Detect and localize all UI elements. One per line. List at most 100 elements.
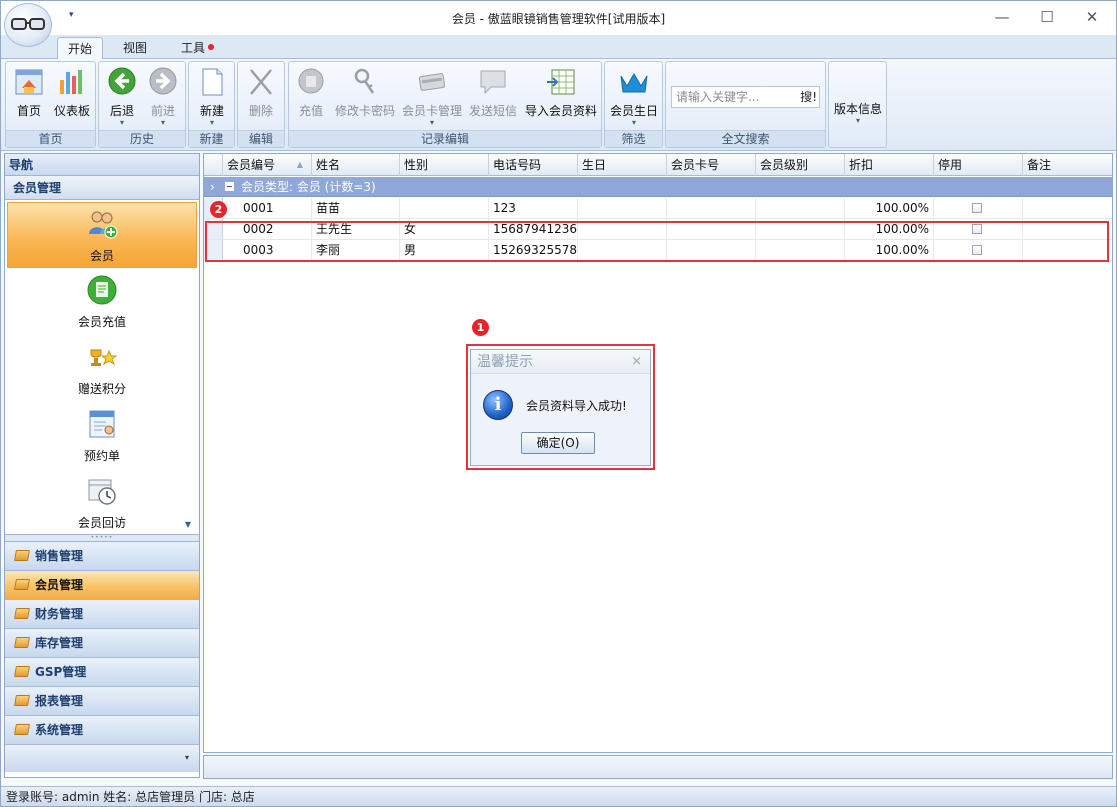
table-row[interactable]: 0001 苗苗 123 100.00% <box>204 198 1112 219</box>
ribbon: 首页 仪表板 首页 后退 ▾ 前进 ▾ 历史 新建 ▾ 新建 删除 编辑 充值 … <box>1 59 1116 151</box>
annotation-highlight-rows <box>205 221 1109 262</box>
nav-group-reports[interactable]: 报表管理 <box>5 687 199 716</box>
nav-group-sales[interactable]: 销售管理 <box>5 542 199 571</box>
col-header-member-id[interactable]: 会员编号 ▲ <box>223 154 312 176</box>
grid-footer-bar <box>203 755 1113 779</box>
col-header-disabled[interactable]: 停用 <box>934 154 1023 176</box>
sort-ascending-icon: ▲ <box>296 160 303 169</box>
send-sms-button[interactable]: 发送短信 <box>467 66 519 128</box>
search-input[interactable] <box>672 87 792 107</box>
member-card-manage-button[interactable]: 会员卡管理 ▾ <box>401 66 463 128</box>
collapse-toggle-icon[interactable] <box>225 182 234 191</box>
col-header-card-number[interactable]: 会员卡号 <box>667 154 756 176</box>
crown-icon <box>618 66 650 98</box>
close-window-button[interactable]: ✕ <box>1072 5 1112 29</box>
status-bar: 登录账号: admin 姓名: 总店管理员 门店: 总店 <box>1 786 1116 806</box>
group-fulltext-search: 搜! 全文搜索 <box>665 61 826 148</box>
col-header-level[interactable]: 会员级别 <box>756 154 845 176</box>
delete-x-icon <box>245 66 277 98</box>
sms-bubble-icon <box>477 66 509 98</box>
appointment-icon <box>86 408 118 440</box>
group-label-filter: 筛选 <box>605 130 662 147</box>
maximize-button[interactable]: ☐ <box>1027 5 1067 29</box>
back-button[interactable]: 后退 ▾ <box>103 66 141 128</box>
home-button[interactable]: 首页 <box>10 66 48 128</box>
member-birthday-button[interactable]: 会员生日 ▾ <box>608 66 660 128</box>
import-members-button[interactable]: 导入会员资料 <box>523 66 599 128</box>
nav-item-members[interactable]: 会员 <box>7 202 197 268</box>
group-row-member-type[interactable]: › 会员类型: 会员 (计数=3) <box>204 177 1112 197</box>
nav-footer: ▾ <box>5 745 199 772</box>
group-new: 新建 ▾ 新建 <box>188 61 235 148</box>
nav-group-finance[interactable]: 财务管理 <box>5 600 199 629</box>
annotation-badge-2: 2 <box>210 201 227 218</box>
group-edit: 删除 编辑 <box>237 61 285 148</box>
col-header-phone[interactable]: 电话号码 <box>489 154 578 176</box>
nav-section-title: 会员管理 <box>5 176 199 200</box>
folder-icon <box>14 608 30 619</box>
dashboard-button[interactable]: 仪表板 <box>50 66 94 128</box>
navigation-pane: 导航 会员管理 会员 会员充值 赠送积分 预约单 会员回访 ▼ ••••• 销售… <box>4 153 200 778</box>
ok-button[interactable]: 确定(O) <box>521 432 595 454</box>
col-header-discount[interactable]: 折扣 <box>845 154 934 176</box>
info-icon: i <box>483 390 513 420</box>
notification-dot-icon <box>208 44 215 50</box>
app-logo-glasses-icon[interactable] <box>4 3 52 47</box>
nav-item-recharge[interactable]: 会员充值 <box>7 269 197 335</box>
tab-view[interactable]: 视图 <box>113 37 157 59</box>
group-about: 版本信息 ▾ <box>828 61 887 148</box>
recharge-icon <box>86 274 118 306</box>
followup-icon <box>86 475 118 507</box>
col-header-gender[interactable]: 性别 <box>400 154 489 176</box>
recharge-button[interactable]: 充值 <box>293 66 329 128</box>
ribbon-tab-bar: 开始 视图 工具 <box>1 35 1116 60</box>
group-label-history: 历史 <box>99 130 185 147</box>
group-history: 后退 ▾ 前进 ▾ 历史 <box>98 61 186 148</box>
dialog-close-icon[interactable]: × <box>631 350 642 374</box>
delete-button[interactable]: 删除 <box>242 66 280 128</box>
home-icon <box>13 66 45 98</box>
col-header-birthday[interactable]: 生日 <box>578 154 667 176</box>
nav-group-members[interactable]: 会员管理 <box>5 571 199 600</box>
nav-group-inventory[interactable]: 库存管理 <box>5 629 199 658</box>
group-label-fulltext: 全文搜索 <box>666 130 825 147</box>
back-arrow-icon <box>106 66 138 98</box>
dialog-title: 温馨提示 <box>477 354 533 370</box>
search-box: 搜! <box>671 86 820 108</box>
folder-icon <box>14 637 30 648</box>
nav-header: 导航 <box>5 154 199 176</box>
header-indicator-cell <box>204 154 223 176</box>
title-bar: ▾ 会员 - 傲蓝眼镜销售管理软件[试用版本] — ☐ ✕ <box>1 1 1116 47</box>
new-document-icon <box>196 66 228 98</box>
group-row-indicator-icon: › <box>210 180 215 194</box>
dashboard-chart-icon <box>56 66 88 98</box>
app-window: ▾ 会员 - 傲蓝眼镜销售管理软件[试用版本] — ☐ ✕ 开始 视图 工具 首… <box>0 0 1117 807</box>
forward-arrow-icon <box>147 66 179 98</box>
nav-footer-dropdown-icon[interactable]: ▾ <box>185 753 189 762</box>
search-button[interactable]: 搜! <box>800 88 817 106</box>
import-spreadsheet-icon <box>545 66 577 98</box>
folder-icon <box>14 724 30 735</box>
gift-points-icon <box>86 341 118 373</box>
nav-item-appointment[interactable]: 预约单 <box>7 403 197 469</box>
col-header-note[interactable]: 备注 <box>1023 154 1112 176</box>
version-info-button[interactable]: 版本信息 ▾ <box>831 96 885 158</box>
annotation-badge-1: 1 <box>472 319 489 336</box>
tab-tools[interactable]: 工具 <box>171 37 224 59</box>
new-button[interactable]: 新建 ▾ <box>193 66 231 128</box>
group-label-new: 新建 <box>189 130 234 147</box>
nav-scroll-down-icon[interactable]: ▼ <box>185 520 191 529</box>
group-home: 首页 仪表板 首页 <box>5 61 96 148</box>
nav-item-gift-points[interactable]: 赠送积分 <box>7 336 197 402</box>
nav-group-system[interactable]: 系统管理 <box>5 716 199 745</box>
nav-group-gsp[interactable]: GSP管理 <box>5 658 199 687</box>
col-header-name[interactable]: 姓名 <box>312 154 400 176</box>
forward-button[interactable]: 前进 ▾ <box>143 66 183 128</box>
nav-item-followup[interactable]: 会员回访 <box>7 470 197 536</box>
tab-start[interactable]: 开始 <box>57 37 104 60</box>
folder-icon <box>14 550 30 561</box>
disabled-checkbox[interactable] <box>972 203 982 213</box>
change-card-password-button[interactable]: 修改卡密码 <box>333 66 397 128</box>
dialog-message: 会员资料导入成功! <box>526 399 627 413</box>
minimize-button[interactable]: — <box>982 5 1022 29</box>
